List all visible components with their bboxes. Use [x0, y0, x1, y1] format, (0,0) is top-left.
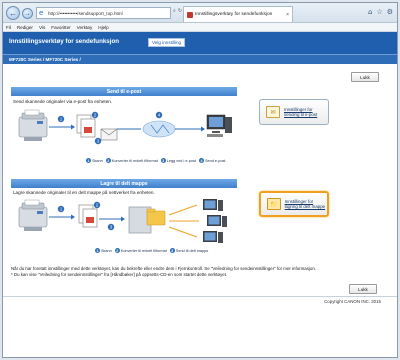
favorites-star-icon[interactable]: ☆: [376, 8, 382, 16]
toolbar-icons: ⌂ ☆ ⚙: [368, 8, 393, 16]
folder-flow-illustration: 1 2 3: [18, 199, 227, 243]
computer-icon: [203, 231, 223, 243]
page-title: Innstillingsverktøy for sendefunksjon: [9, 38, 120, 45]
back-arrow-icon: ←: [9, 8, 17, 18]
close-button-top[interactable]: Lukk: [351, 72, 379, 82]
language-select-button[interactable]: Velg innstilling: [148, 38, 186, 47]
shared-folder-settings-label: Innstillinger for lagring til delt mappe: [284, 198, 326, 210]
menu-tools[interactable]: Verktøy: [77, 25, 93, 30]
network-icon: [142, 120, 176, 138]
browser-tab[interactable]: Innstillingsverktøy for sendefunksjon ×: [183, 6, 293, 22]
search-icon[interactable]: ⌕: [173, 8, 176, 14]
envelope-icon: ✉: [266, 106, 280, 118]
back-button[interactable]: ←: [6, 6, 20, 20]
menu-help[interactable]: Hjelp: [98, 25, 108, 30]
page-header: Innstillingsverktøy for sendefunksjon Ve…: [3, 32, 397, 54]
info-text: Når du har foretatt innstillinger med de…: [11, 266, 395, 278]
printer-icon: [18, 199, 48, 231]
email-settings-button[interactable]: ✉ Innstillinger for sending til e-post: [259, 99, 329, 125]
menu-file[interactable]: Fil: [6, 25, 11, 30]
email-step: 1 Skann: [86, 158, 103, 163]
folder-section-description: Lagre skannede originaler til en delt ma…: [13, 190, 155, 195]
footer-divider: [3, 296, 397, 297]
ie-page-icon: e: [39, 8, 44, 17]
folder-section-title: Lagre til delt mappe: [11, 179, 237, 188]
url-text: http://•••••••••••/sendsupport_top.html: [48, 10, 123, 16]
computer-icon: [207, 215, 227, 227]
document-icon: [78, 204, 98, 228]
browser-window: ← → e http://•••••••••••/sendsupport_top…: [2, 2, 398, 358]
folder-step: 1 Skann: [95, 248, 112, 253]
home-icon[interactable]: ⌂: [368, 8, 372, 16]
email-settings-label: Innstillinger for sending til e-post: [284, 106, 318, 118]
settings-gear-icon[interactable]: ⚙: [387, 8, 393, 16]
computer-icon: [203, 199, 223, 211]
email-step: 2 Konverter til enkelt filformat: [105, 158, 158, 163]
model-bar: MF720C Series / MF720C Series /: [3, 54, 397, 64]
email-section-title: Send til e-post: [11, 87, 237, 96]
menu-view[interactable]: Vis: [39, 25, 45, 30]
folder-icon: 📁: [267, 198, 281, 210]
tab-title: Innstillingsverktøy for sendefunksjon: [195, 12, 273, 17]
forward-arrow-icon: →: [24, 10, 31, 17]
email-step: 4 Send e-post: [198, 158, 226, 163]
address-bar-area: ← → e http://•••••••••••/sendsupport_top…: [3, 3, 397, 23]
menu-bar: Fil Rediger Vis Favoritter Verktøy Hjelp: [3, 23, 397, 32]
menu-edit[interactable]: Rediger: [17, 25, 33, 30]
folder-step: 2 Konverter til enkelt filformat: [114, 248, 167, 253]
email-steps: 1 Skann 2 Konverter til enkelt filformat 3…: [86, 158, 225, 163]
menu-favorites[interactable]: Favoritter: [51, 25, 70, 30]
refresh-icon[interactable]: ↻: [178, 8, 182, 14]
close-button-bottom[interactable]: Lukk: [349, 284, 377, 294]
url-tools: ⌕ ↻: [173, 8, 182, 14]
model-name: MF720C Series / MF720C Series /: [9, 57, 81, 62]
folder-step: 3 Send til delt mappe: [169, 248, 209, 253]
email-step: 3 Legg ved i e-post: [160, 158, 196, 163]
folder-diagram: 1 2 3: [11, 197, 237, 245]
shared-folder-icon: [128, 206, 166, 234]
copyright: Copyright CANON INC. 2015: [324, 299, 381, 304]
info-line-2: * Du kan vise "Veiledning for sendeinnst…: [11, 272, 228, 277]
printer-icon: [18, 109, 48, 141]
document-icon: [76, 114, 96, 138]
email-diagram: 1 2 3 4: [11, 107, 237, 155]
shared-folder-settings-button[interactable]: 📁 Innstillinger for lagring til delt map…: [259, 191, 329, 217]
tab-favicon-icon: [187, 11, 193, 18]
forward-button[interactable]: →: [22, 8, 33, 19]
folder-steps: 1 Skann 2 Konverter til enkelt filformat 3…: [95, 248, 208, 253]
url-field[interactable]: e http://•••••••••••/sendsupport_top.htm…: [36, 7, 171, 19]
tab-close-icon[interactable]: ×: [286, 12, 289, 18]
email-section-description: Send skannede originaler via e-post fra …: [13, 99, 113, 104]
computer-icon: [206, 114, 232, 137]
email-flow-illustration: 1 2 3 4: [18, 109, 232, 145]
envelope-icon: [100, 128, 118, 141]
